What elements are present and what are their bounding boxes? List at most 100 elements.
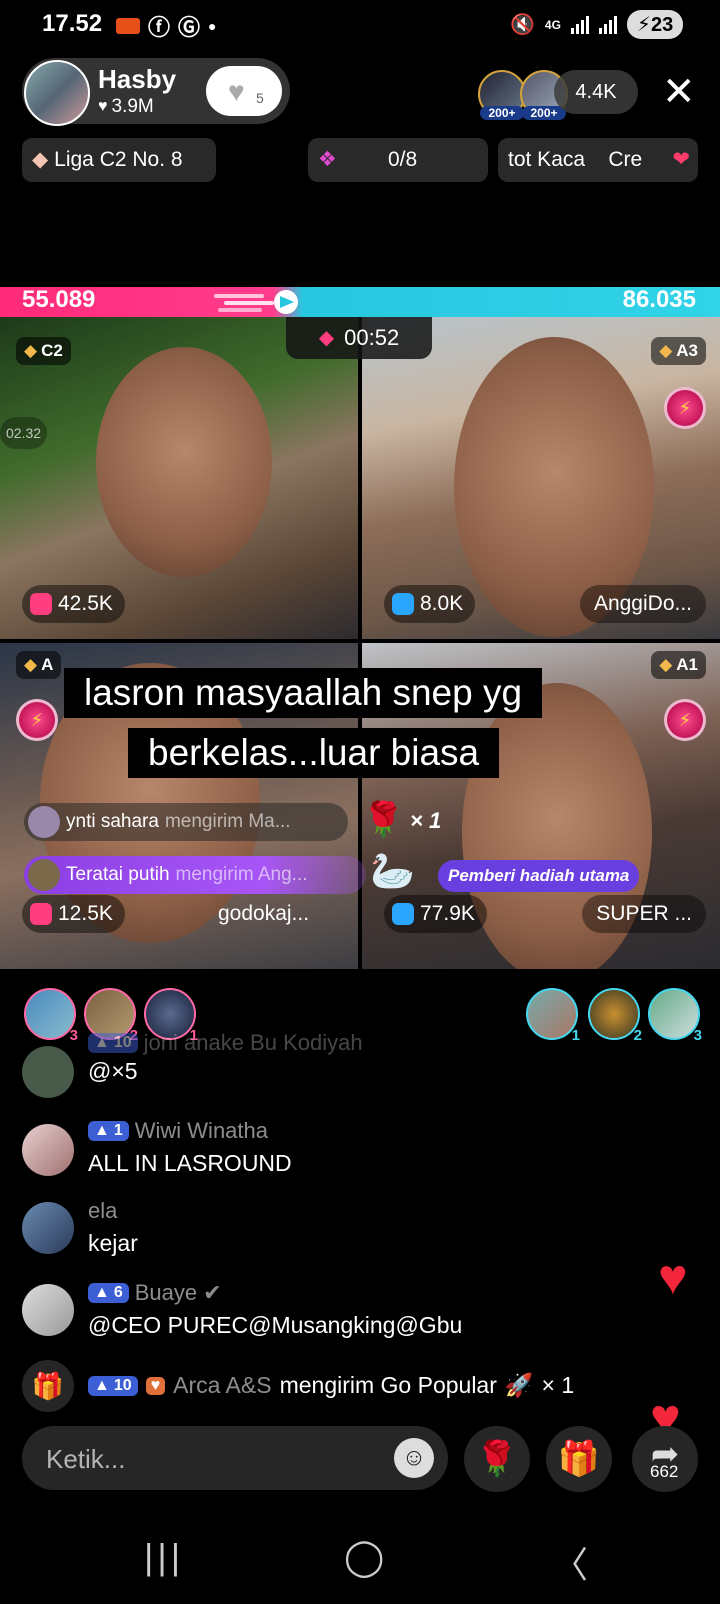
participant-video	[96, 347, 272, 577]
heart-icon: ♥	[98, 98, 108, 115]
tile-username[interactable]: godokaj...	[204, 895, 323, 933]
rose-gift-button[interactable]: 🌹	[464, 1426, 530, 1492]
boost-button[interactable]: ⚡	[16, 699, 58, 741]
close-icon[interactable]: ✕	[662, 70, 696, 114]
boost-button[interactable]: ⚡	[664, 387, 706, 429]
host-likes-count: 3.9M	[111, 96, 154, 117]
tile-score-value: 77.9K	[420, 902, 475, 925]
chat-username: Buaye	[134, 1280, 198, 1305]
chat-username: ela	[88, 1198, 118, 1223]
level-badge: ▲ 10	[88, 1375, 138, 1396]
right-team-gifter[interactable]: 2	[588, 988, 642, 1044]
heart-icon: ♥	[228, 76, 245, 107]
host-name: Hasby	[98, 64, 177, 94]
comment-placeholder: Ketik...	[46, 1444, 126, 1474]
verified-icon: ✔	[203, 1280, 222, 1305]
avatar	[22, 1202, 74, 1254]
tile-score: 77.9K	[384, 895, 487, 933]
diamond-icon: ◆	[24, 655, 38, 674]
gift-count: × 1	[541, 1372, 575, 1398]
fan-badge-icon: ♥	[145, 1376, 166, 1395]
battle-score-bar	[0, 287, 720, 317]
top-viewers[interactable]: 200+ 200+	[478, 70, 568, 120]
tile-score-value: 42.5K	[58, 592, 113, 615]
video-tile-2[interactable]: ◆ A3 ⚡ 8.0K AnggiDo...	[362, 317, 720, 639]
level-badge: ▲ 6	[88, 1283, 129, 1303]
boost-button[interactable]: ⚡	[664, 699, 706, 741]
tile-username[interactable]: SUPER ...	[582, 895, 706, 933]
rank-label: A1	[676, 655, 698, 674]
chat-meta: ▲ 10 joni anake Bu Kodiyah	[88, 1030, 363, 1056]
ticker-text: tot Kaca Cre	[508, 148, 643, 171]
recent-apps-icon[interactable]: |||	[144, 1536, 184, 1578]
chat-username: joni anake Bu Kodiyah	[143, 1030, 363, 1055]
viewer-avatar[interactable]: 200+	[478, 70, 526, 120]
rank-label: A	[41, 655, 54, 674]
emoji-icon[interactable]: ☺	[394, 1438, 434, 1478]
rose-icon: 🌹	[362, 801, 405, 839]
gift-notification: Teratai putih mengirim Ang...	[24, 856, 366, 894]
viewer-count[interactable]: 4.4K	[554, 70, 638, 114]
battery-level: 23	[650, 14, 674, 36]
rocket-icon: 🚀	[504, 1372, 534, 1398]
avatar	[28, 806, 60, 838]
notification-user: Teratai putih	[66, 864, 170, 885]
home-icon[interactable]: ◯	[344, 1536, 384, 1578]
right-team-gifter[interactable]: 3	[648, 988, 702, 1044]
gift-button[interactable]: 🎁	[546, 1426, 612, 1492]
score-icon	[392, 903, 414, 925]
chat-text: kejar	[88, 1230, 138, 1256]
score-left: 55.089	[22, 286, 96, 313]
battle-timer: ◆ 00:52	[286, 317, 432, 359]
notification-user: ynti sahara	[66, 811, 159, 832]
heart-gem-icon: ❤	[672, 148, 690, 171]
side-timer: 02.32	[0, 417, 48, 449]
gift-goal-icon: ❖	[318, 148, 337, 171]
chat-message[interactable]: ela kejar	[22, 1198, 642, 1260]
google-icon: Ⓖ	[178, 15, 201, 40]
share-icon[interactable]: ➦	[632, 1426, 698, 1492]
avatar	[22, 1046, 74, 1098]
diamond-icon: ◆	[659, 655, 673, 674]
status-icons-left: ⓕ Ⓖ ●	[116, 10, 217, 42]
rank-badge: ◆ A3	[651, 337, 706, 365]
host-avatar[interactable]	[24, 60, 90, 126]
tile-score: 12.5K	[22, 895, 125, 933]
facebook-icon: ⓕ	[148, 15, 171, 40]
record-icon	[116, 18, 140, 34]
video-tile-1[interactable]: ◆ C2 02.32 42.5K	[0, 317, 358, 639]
avatar	[28, 859, 60, 891]
right-team-gifter[interactable]: 1	[526, 988, 580, 1044]
league-chip[interactable]: ◆ Liga C2 No. 8	[22, 138, 216, 182]
chat-meta: ela	[88, 1198, 117, 1224]
gift-action: mengirim Go Popular	[279, 1372, 497, 1398]
left-team-gifter[interactable]: 3	[24, 988, 78, 1044]
chat-message[interactable]: ▲ 1 Wiwi Winatha ALL IN LASROUND	[22, 1118, 642, 1180]
rose-count: × 1	[410, 808, 442, 833]
swan-gift-icon: 🦢	[370, 850, 415, 891]
follow-count: 5	[256, 90, 264, 106]
diamond-icon: ◆	[32, 148, 49, 171]
level-badge: ▲ 10	[88, 1033, 138, 1053]
share-count: 662	[650, 1462, 679, 1481]
gift-goal-chip[interactable]: ❖ 0/8	[308, 138, 488, 182]
gift-message[interactable]: 🎁 ▲ 10 ♥ Arca A&S mengirim Go Popular 🚀 ×…	[22, 1360, 672, 1412]
tile-username[interactable]: AnggiDo...	[579, 585, 706, 623]
rank-badge: ◆ C2	[16, 337, 71, 365]
chat-text: @CEO PUREC@Musangking@Gbu	[88, 1312, 463, 1338]
gift-username: Arca A&S	[173, 1372, 272, 1398]
back-icon[interactable]: 〈	[552, 1536, 588, 1588]
tile-score: 42.5K	[22, 585, 125, 623]
floating-heart-icon: ♥	[658, 1249, 688, 1305]
tile-score-value: 12.5K	[58, 902, 113, 925]
score-icon	[392, 593, 414, 615]
gift-message-body: ▲ 10 ♥ Arca A&S mengirim Go Popular 🚀 × 1	[88, 1372, 574, 1399]
chat-text: ALL IN LASROUND	[88, 1150, 292, 1176]
level-badge: ▲ 1	[88, 1121, 129, 1141]
ticker-chip[interactable]: tot Kaca Cre ❤	[498, 138, 698, 182]
chat-message[interactable]: ▲ 10 joni anake Bu Kodiyah @×5	[22, 1030, 642, 1102]
caption-line-1: lasron masyaallah snep yg	[64, 668, 543, 718]
chat-meta: ▲ 6 Buaye ✔	[88, 1280, 222, 1306]
chat-message[interactable]: ▲ 6 Buaye ✔ @CEO PUREC@Musangking@Gbu	[22, 1280, 642, 1342]
viewer-badge: 200+	[522, 106, 566, 120]
